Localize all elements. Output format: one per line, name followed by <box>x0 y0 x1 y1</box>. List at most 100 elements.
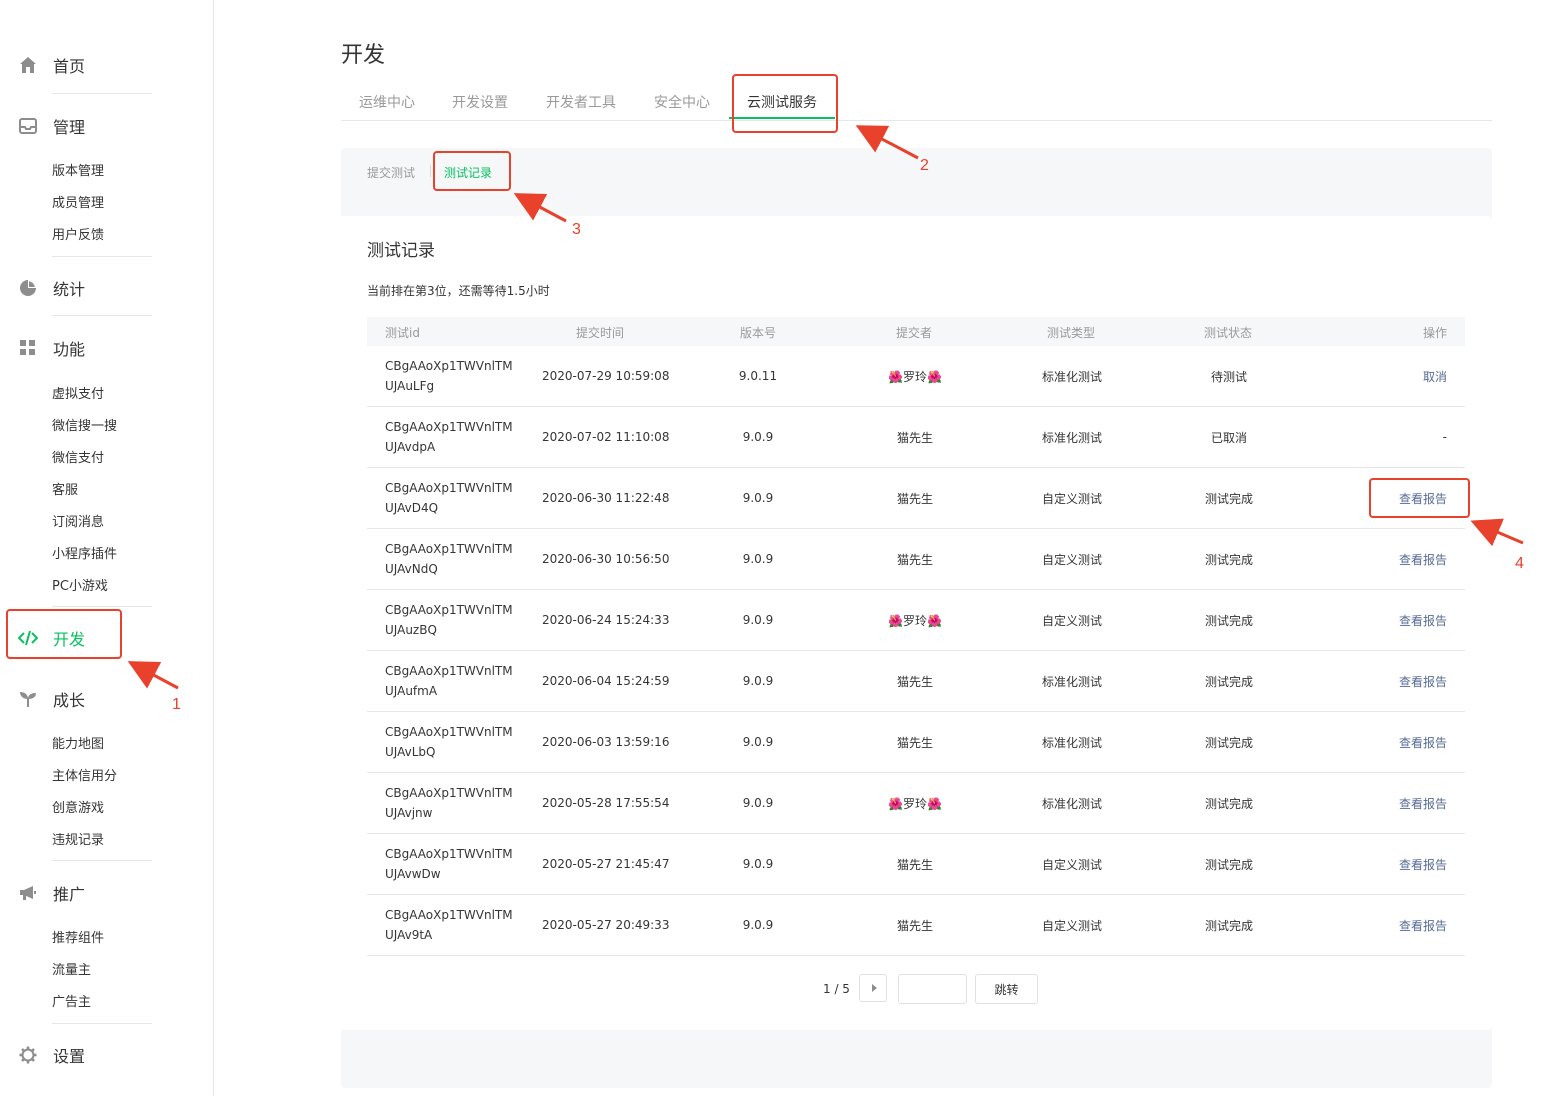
cell-test-status: 待测试 <box>1210 369 1247 384</box>
view-report-link[interactable]: 查看报告 <box>1399 712 1447 772</box>
nav-sub-plugin[interactable]: 小程序插件 <box>52 543 117 562</box>
cell-submit-time: 2020-05-27 21:45:47 <box>542 857 670 871</box>
nav-sub-wechat-pay[interactable]: 微信支付 <box>52 447 104 466</box>
annotation-number-4: 4 <box>1515 555 1524 572</box>
cell-test-type: 自定义测试 <box>1041 857 1102 872</box>
col-test-type: 测试类型 <box>1047 326 1096 340</box>
cell-submit-time: 2020-06-24 15:24:33 <box>542 613 670 627</box>
view-report-link[interactable]: 查看报告 <box>1399 590 1447 650</box>
view-report-link[interactable]: 查看报告 <box>1399 773 1447 833</box>
table-row: CBgAAoXp1TWVnlTM UJAvjnw 2020-05-28 17:55… <box>367 773 1465 834</box>
cell-test-id: CBgAAoXp1TWVnlTM UJAvD4Q <box>385 481 513 515</box>
cell-test-id: CBgAAoXp1TWVnlTM UJAvdpA <box>385 420 513 454</box>
cell-version: 9.0.9 <box>742 735 774 749</box>
cell-version: 9.0.9 <box>742 918 774 932</box>
highlight-box-view-report <box>1369 478 1470 518</box>
col-test-id: 测试id <box>385 326 420 340</box>
divider <box>52 606 152 607</box>
table-row: CBgAAoXp1TWVnlTM UJAvdpA 2020-07-02 11:10… <box>367 407 1465 468</box>
nav-sub-creative-game[interactable]: 创意游戏 <box>52 797 104 816</box>
nav-home-label: 首页 <box>53 57 86 76</box>
divider <box>52 93 152 94</box>
view-report-link[interactable]: 查看报告 <box>1399 895 1447 955</box>
cell-test-id: CBgAAoXp1TWVnlTM UJAvjnw <box>385 786 513 820</box>
nav-manage[interactable]: 管理 <box>18 114 85 138</box>
view-report-link[interactable]: 查看报告 <box>1399 651 1447 711</box>
nav-sub-wechat-search[interactable]: 微信搜一搜 <box>52 415 117 434</box>
divider <box>52 860 152 861</box>
nav-features[interactable]: 功能 <box>18 336 85 360</box>
nav-sub-subscribe-msg[interactable]: 订阅消息 <box>52 511 104 530</box>
highlight-box-cloud-test <box>732 74 838 133</box>
col-test-status: 测试状态 <box>1204 326 1253 340</box>
col-version: 版本号 <box>740 326 777 340</box>
tab-dev-settings[interactable]: 开发设置 <box>452 92 508 112</box>
nav-sub-violations[interactable]: 违规记录 <box>52 829 104 848</box>
nav-sub-feedback[interactable]: 用户反馈 <box>52 224 104 243</box>
nav-sub-members[interactable]: 成员管理 <box>52 192 104 211</box>
cell-version: 9.0.9 <box>742 613 774 627</box>
jump-button[interactable]: 跳转 <box>975 974 1038 1004</box>
nav-sub-version[interactable]: 版本管理 <box>52 160 104 179</box>
cell-test-id: CBgAAoXp1TWVnlTM UJAvNdQ <box>385 542 513 576</box>
nav-sub-ability-map[interactable]: 能力地图 <box>52 733 104 752</box>
cell-submitter: 猫先生 <box>896 918 933 933</box>
megaphone-icon <box>18 883 38 903</box>
cell-test-type: 自定义测试 <box>1041 552 1102 567</box>
cell-test-id: CBgAAoXp1TWVnlTM UJAvwDw <box>385 847 513 881</box>
tab-ops-center[interactable]: 运维中心 <box>359 92 415 112</box>
nav-promote-label: 推广 <box>53 885 86 904</box>
nav-sub-credit-score[interactable]: 主体信用分 <box>52 765 117 784</box>
tab-dev-tools[interactable]: 开发者工具 <box>546 92 616 112</box>
tab-security-center[interactable]: 安全中心 <box>654 92 710 112</box>
cancel-link[interactable]: 取消 <box>1423 346 1447 406</box>
home-icon <box>18 55 38 75</box>
nav-sub-customer-service[interactable]: 客服 <box>52 479 78 498</box>
nav-sub-virtual-pay[interactable]: 虚拟支付 <box>52 383 104 402</box>
pagination-text: 1 / 5 <box>823 982 850 996</box>
annotation-number-2: 2 <box>920 157 929 174</box>
cell-test-status: 测试完成 <box>1204 857 1253 872</box>
sidebar: 首页 管理 版本管理 成员管理 用户反馈 统计 功能 虚拟支付 微信搜一搜 微信… <box>0 0 214 1096</box>
pie-chart-icon <box>18 278 38 298</box>
annotation-number-1: 1 <box>172 696 181 713</box>
sprout-icon <box>18 689 38 709</box>
nav-sub-advertiser[interactable]: 广告主 <box>52 991 91 1010</box>
cell-submit-time: 2020-06-03 13:59:16 <box>542 735 670 749</box>
cell-test-id: CBgAAoXp1TWVnlTM UJAv9tA <box>385 908 513 942</box>
nav-promote[interactable]: 推广 <box>18 881 85 905</box>
page-jump-input[interactable] <box>898 974 967 1004</box>
nav-manage-label: 管理 <box>53 118 86 137</box>
table-row: CBgAAoXp1TWVnlTM UJAv9tA 2020-05-27 20:49… <box>367 895 1465 956</box>
nav-home[interactable]: 首页 <box>18 53 85 77</box>
cell-submit-time: 2020-05-28 17:55:54 <box>542 796 670 810</box>
cell-test-status: 测试完成 <box>1204 796 1253 811</box>
cell-test-id: CBgAAoXp1TWVnlTM UJAuzBQ <box>385 603 513 637</box>
nav-growth[interactable]: 成长 <box>18 687 85 711</box>
view-report-link[interactable]: 查看报告 <box>1399 834 1447 894</box>
nav-stats[interactable]: 统计 <box>18 276 85 300</box>
cell-test-type: 标准化测试 <box>1041 735 1102 750</box>
records-title: 测试记录 <box>367 241 435 261</box>
queue-note: 当前排在第3位，还需等待1.5小时 <box>367 284 550 298</box>
inbox-icon <box>18 116 38 136</box>
nav-sub-traffic-owner[interactable]: 流量主 <box>52 959 91 978</box>
next-page-button[interactable] <box>859 974 887 1002</box>
subtab-submit-test[interactable]: 提交测试 <box>367 164 415 181</box>
cell-test-type: 标准化测试 <box>1041 796 1102 811</box>
nav-sub-pc-game[interactable]: PC小游戏 <box>52 575 108 594</box>
col-action: 操作 <box>1422 326 1447 340</box>
cell-submitter: 🌺罗玲🌺 <box>888 796 942 811</box>
nav-features-label: 功能 <box>53 340 86 359</box>
cell-version: 9.0.11 <box>738 369 778 383</box>
chevron-right-icon <box>871 984 877 992</box>
table-header: 测试id 提交时间 版本号 提交者 测试类型 测试状态 操作 <box>367 317 1465 346</box>
cell-submitter: 猫先生 <box>896 674 933 689</box>
nav-sub-recommend[interactable]: 推荐组件 <box>52 927 104 946</box>
view-report-link[interactable]: 查看报告 <box>1399 529 1447 589</box>
nav-settings-label: 设置 <box>53 1047 86 1066</box>
nav-growth-label: 成长 <box>53 691 86 710</box>
divider <box>52 1023 152 1024</box>
cell-action: - <box>1442 430 1447 444</box>
nav-settings[interactable]: 设置 <box>18 1043 85 1067</box>
